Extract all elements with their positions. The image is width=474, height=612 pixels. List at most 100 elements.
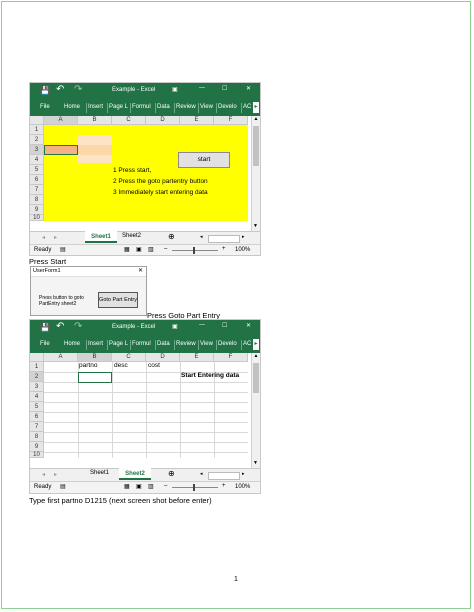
zoom-slider[interactable]: [172, 487, 218, 488]
sheet-nav-prev-icon[interactable]: ◂: [42, 234, 45, 241]
row-header-9[interactable]: 9: [30, 205, 44, 215]
undo-icon[interactable]: ↶: [56, 321, 64, 332]
col-header-d[interactable]: D: [146, 116, 180, 125]
ribbon-display-icon[interactable]: ▣: [172, 323, 178, 330]
row-header-7[interactable]: 7: [30, 185, 44, 195]
sheet-tab-sheet2[interactable]: Sheet2: [119, 468, 151, 480]
macro-record-icon[interactable]: ▤: [60, 246, 66, 253]
row-header-5[interactable]: 5: [30, 402, 44, 412]
scroll-thumb[interactable]: [253, 126, 259, 166]
col-header-a[interactable]: A: [44, 116, 78, 125]
vertical-scrollbar[interactable]: ▲ ▼: [251, 116, 260, 231]
sheet-nav-next-icon[interactable]: ▸: [54, 234, 57, 241]
cell-e2[interactable]: Start Entering data: [181, 372, 239, 379]
row-header-5[interactable]: 5: [30, 165, 44, 175]
cell-b2-selected[interactable]: [78, 372, 112, 383]
tab-formulas[interactable]: Formul: [132, 104, 151, 110]
maximize-icon[interactable]: ☐: [222, 322, 227, 329]
select-all-corner[interactable]: [30, 116, 44, 125]
row-header-6[interactable]: 6: [30, 175, 44, 185]
save-icon[interactable]: 💾: [40, 86, 50, 95]
row-header-2[interactable]: 2: [30, 135, 44, 145]
row-header-4[interactable]: 4: [30, 392, 44, 402]
scroll-up-icon[interactable]: ▲: [252, 353, 260, 359]
col-header-a[interactable]: A: [44, 353, 78, 362]
row-header-2[interactable]: 2: [30, 372, 44, 382]
tab-review[interactable]: Review: [176, 341, 196, 347]
tab-page-layout[interactable]: Page L: [109, 104, 128, 110]
ribbon-scroll-right-icon[interactable]: ▸: [253, 102, 259, 113]
zoom-slider-thumb[interactable]: [193, 247, 195, 254]
new-sheet-icon[interactable]: ⊕: [168, 232, 175, 241]
horizontal-scroll-thumb[interactable]: [208, 472, 240, 480]
col-header-b[interactable]: B: [78, 353, 112, 362]
userform-close-icon[interactable]: ✕: [138, 267, 143, 274]
page-layout-view-icon[interactable]: ▣: [136, 246, 142, 253]
scroll-down-icon[interactable]: ▼: [253, 460, 258, 466]
scroll-thumb[interactable]: [253, 363, 259, 393]
tab-data[interactable]: Data: [157, 341, 170, 347]
row-header-10[interactable]: 10: [30, 452, 44, 458]
zoom-slider[interactable]: [172, 250, 218, 251]
horizontal-scroll-left-icon[interactable]: ◂: [200, 471, 203, 477]
cell-a3-selected[interactable]: [44, 145, 78, 155]
scroll-up-icon[interactable]: ▲: [252, 116, 260, 122]
undo-icon[interactable]: ↶: [56, 84, 64, 95]
row-header-1[interactable]: 1: [30, 362, 44, 372]
zoom-in-icon[interactable]: +: [222, 246, 226, 252]
normal-view-icon[interactable]: ▦: [124, 483, 130, 490]
ribbon-display-icon[interactable]: ▣: [172, 86, 178, 93]
zoom-in-icon[interactable]: +: [222, 483, 226, 489]
close-icon[interactable]: ✕: [246, 322, 251, 329]
tab-home[interactable]: Home: [64, 104, 80, 110]
row-header-9[interactable]: 9: [30, 442, 44, 452]
vertical-scrollbar[interactable]: ▲ ▼: [251, 353, 260, 468]
row-header-8[interactable]: 8: [30, 195, 44, 205]
row-header-3[interactable]: 3: [30, 382, 44, 392]
sheet-tab-sheet2[interactable]: Sheet2: [122, 233, 141, 239]
maximize-icon[interactable]: ☐: [222, 85, 227, 92]
page-break-view-icon[interactable]: ▥: [148, 483, 154, 490]
row-header-7[interactable]: 7: [30, 422, 44, 432]
tab-developer[interactable]: Develo: [218, 341, 237, 347]
row-header-4[interactable]: 4: [30, 155, 44, 165]
redo-icon[interactable]: ↷: [74, 84, 82, 95]
tab-insert[interactable]: Insert: [88, 104, 103, 110]
tab-view[interactable]: View: [200, 104, 213, 110]
redo-icon[interactable]: ↷: [74, 321, 82, 332]
save-icon[interactable]: 💾: [40, 323, 50, 332]
page-layout-view-icon[interactable]: ▣: [136, 483, 142, 490]
col-header-f[interactable]: F: [214, 353, 248, 362]
col-header-e[interactable]: E: [180, 116, 214, 125]
col-header-f[interactable]: F: [214, 116, 248, 125]
tab-ac[interactable]: AC: [243, 104, 251, 110]
sheet-tab-sheet1[interactable]: Sheet1: [85, 231, 117, 243]
col-header-c[interactable]: C: [112, 116, 146, 125]
page-break-view-icon[interactable]: ▥: [148, 246, 154, 253]
minimize-icon[interactable]: —: [199, 85, 205, 91]
ribbon-scroll-right-icon[interactable]: ▸: [253, 339, 259, 350]
scroll-down-icon[interactable]: ▼: [253, 223, 258, 229]
tab-file[interactable]: File: [40, 341, 50, 347]
goto-part-entry-button[interactable]: Goto Part Entry: [98, 292, 138, 308]
zoom-level[interactable]: 100%: [235, 247, 250, 253]
zoom-out-icon[interactable]: –: [164, 483, 167, 489]
tab-formulas[interactable]: Formul: [132, 341, 151, 347]
cell-c1[interactable]: desc: [114, 362, 128, 369]
close-icon[interactable]: ✕: [246, 85, 251, 92]
row-header-8[interactable]: 8: [30, 432, 44, 442]
col-header-c[interactable]: C: [112, 353, 146, 362]
select-all-corner[interactable]: [30, 353, 44, 362]
zoom-slider-thumb[interactable]: [193, 484, 195, 491]
sheet-nav-prev-icon[interactable]: ◂: [42, 471, 45, 478]
minimize-icon[interactable]: —: [199, 322, 205, 328]
horizontal-scroll-thumb[interactable]: [208, 235, 240, 243]
macro-record-icon[interactable]: ▤: [60, 483, 66, 490]
row-header-10[interactable]: 10: [30, 215, 44, 221]
cell-b1[interactable]: partno: [79, 362, 97, 369]
sheet-grid[interactable]: A B C D E F 1 2 3 4 5 6 7 8 9 10 partno …: [30, 353, 260, 468]
zoom-level[interactable]: 100%: [235, 484, 250, 490]
sheet-grid[interactable]: A B C D E F 1 2 3 4 5 6 7 8 9 10 start 1…: [30, 116, 260, 231]
start-button[interactable]: start: [178, 152, 230, 168]
row-header-3[interactable]: 3: [30, 145, 44, 155]
